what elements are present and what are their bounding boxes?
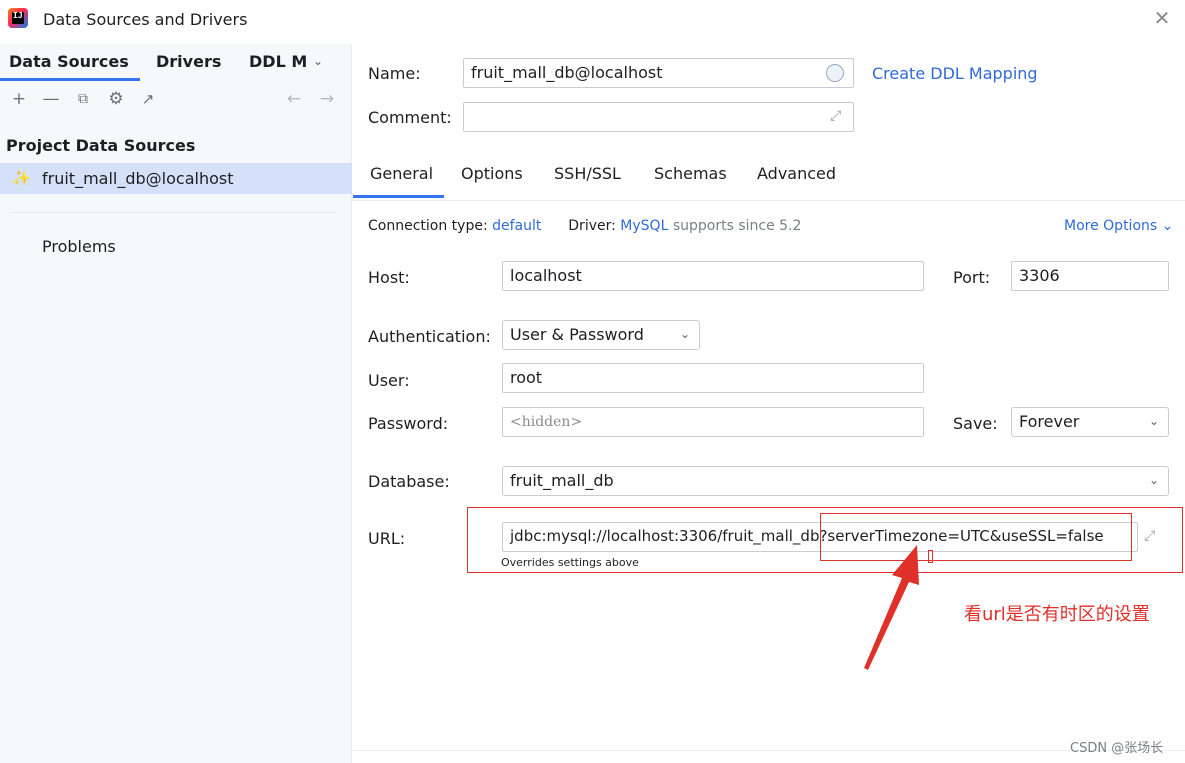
red-arrow-icon [864, 545, 919, 670]
annotation-note: 看url是否有时区的设置 [964, 604, 1150, 625]
watermark: CSDN @张场长 [1070, 741, 1164, 756]
